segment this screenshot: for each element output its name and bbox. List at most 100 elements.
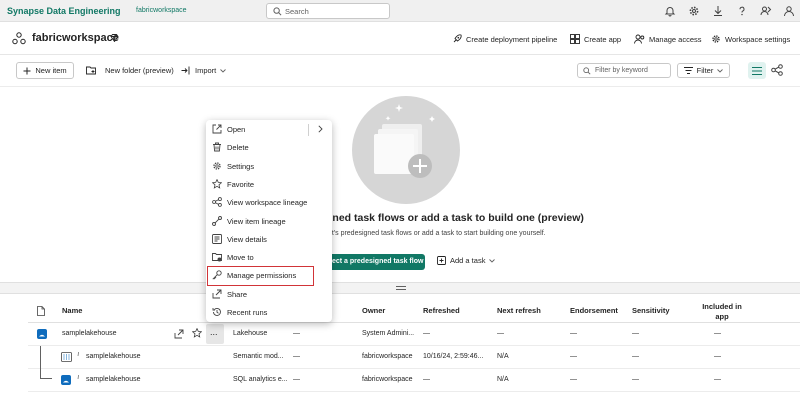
column-header-name[interactable]: Name — [62, 306, 82, 315]
add-square-icon — [437, 256, 446, 265]
menu-item-open[interactable]: Open — [206, 120, 332, 138]
open-external-icon — [212, 124, 222, 134]
menu-item-label: Settings — [227, 161, 255, 171]
rocket-icon — [453, 34, 462, 43]
menu-item-move-to[interactable]: Move to — [206, 248, 332, 266]
gear-icon — [712, 35, 720, 43]
app-title[interactable]: Synapse Data Engineering — [7, 6, 121, 16]
item-endorsement: — — [570, 353, 577, 360]
item-name[interactable]: samplelakehouse — [86, 376, 140, 383]
menu-item-label: View workspace lineage — [227, 198, 308, 208]
new-item-button[interactable]: New item — [16, 62, 74, 79]
item-sensitivity: — — [632, 330, 639, 337]
share-icon[interactable] — [174, 329, 184, 339]
item-owner: fabricworkspace — [362, 353, 413, 360]
search-placeholder: Search — [285, 7, 309, 16]
highlight-annotation — [207, 266, 314, 286]
star-icon — [212, 178, 222, 189]
list-view-button[interactable] — [748, 62, 766, 79]
child-item-marker-icon — [77, 375, 79, 379]
folder-add-icon — [86, 66, 96, 75]
create-app-button[interactable]: Create app — [570, 34, 621, 44]
item-refreshed: 10/16/24, 2:59:46... — [423, 353, 484, 360]
workspace-name: fabricworkspace — [32, 32, 119, 44]
toolbar: New item New folder (preview) Import Fil… — [0, 55, 800, 87]
menu-item-label: Recent runs — [227, 308, 268, 317]
create-app-label: Create app — [584, 34, 622, 44]
workspace-settings-label: Workspace settings — [725, 34, 791, 44]
task-flow-illustration — [352, 96, 460, 204]
search-box[interactable]: Search — [266, 3, 390, 19]
folder-move-icon — [212, 253, 222, 262]
add-a-task-label: Add a task — [450, 256, 486, 265]
gear-icon[interactable] — [688, 5, 700, 17]
more-options-button[interactable]: ... — [206, 324, 224, 344]
empty-state-title: gned task flows or add a task to build o… — [326, 212, 584, 224]
help-icon[interactable] — [736, 5, 748, 17]
menu-item-label: View item lineage — [227, 216, 286, 226]
table-row[interactable]: samplelakehouse Semantic mod... — fabric… — [28, 346, 800, 369]
chevron-down-icon — [220, 68, 227, 73]
item-type: Semantic mod... — [233, 353, 284, 360]
item-owner: System Admini... — [362, 330, 415, 337]
lineage-view-icon[interactable] — [771, 64, 783, 76]
item-included-in-app: — — [714, 330, 721, 337]
favorite-star-icon[interactable] — [192, 328, 202, 338]
add-a-task-button[interactable]: Add a task — [437, 256, 496, 265]
item-next-refresh: N/A — [497, 353, 509, 360]
menu-item-label: View details — [227, 234, 267, 244]
item-included-in-app: — — [714, 376, 721, 383]
tree-connector — [40, 378, 52, 379]
lineage-icon — [212, 197, 222, 208]
table-row[interactable]: samplelakehouse ... Lakehouse — System A… — [28, 323, 800, 346]
filter-by-keyword-input[interactable]: Filter by keyword — [577, 63, 671, 78]
column-header-included-in-app[interactable]: Included in app — [700, 302, 744, 322]
menu-item-label: Open — [227, 125, 246, 134]
menu-item-favorite[interactable]: Favorite — [206, 175, 332, 193]
menu-item-settings[interactable]: Settings — [206, 157, 332, 175]
menu-item-recent-runs[interactable]: Recent runs — [206, 303, 332, 321]
workspace-settings-button[interactable]: Workspace settings — [711, 34, 790, 44]
history-icon — [212, 308, 221, 316]
people-icon — [634, 34, 645, 44]
workspace-breadcrumb[interactable]: fabricworkspace — [136, 7, 187, 14]
create-deployment-pipeline-button[interactable]: Create deployment pipeline — [452, 34, 557, 44]
menu-item-label: Favorite — [227, 179, 255, 189]
menu-item-view-item-lineage[interactable]: View item lineage — [206, 212, 332, 230]
column-header-endorsement[interactable]: Endorsement — [570, 306, 618, 315]
menu-item-share[interactable]: Share — [206, 285, 332, 303]
select-predesigned-task-flow-button[interactable]: ect a predesigned task flow — [326, 254, 425, 270]
chevron-right-icon[interactable] — [318, 125, 323, 133]
manage-access-button[interactable]: Manage access — [634, 34, 702, 44]
new-folder-label: New folder (preview) — [105, 66, 174, 75]
menu-item-delete[interactable]: Delete — [206, 138, 332, 156]
table-row[interactable]: samplelakehouse SQL analytics e... — fab… — [28, 369, 800, 392]
download-icon[interactable] — [712, 5, 724, 17]
column-header-refreshed[interactable]: Refreshed — [423, 306, 460, 315]
menu-item-view-workspace-lineage[interactable]: View workspace lineage — [206, 193, 332, 211]
file-type-icon — [37, 306, 45, 316]
item-sensitivity: — — [632, 376, 639, 383]
import-button[interactable]: Import — [181, 66, 227, 75]
item-included-in-app: — — [714, 353, 721, 360]
column-header-next-refresh[interactable]: Next refresh — [497, 306, 541, 315]
bell-icon[interactable] — [664, 5, 676, 17]
share-people-icon[interactable] — [760, 5, 772, 17]
item-endorsement: — — [570, 376, 577, 383]
item-name[interactable]: samplelakehouse — [62, 330, 116, 337]
item-next-refresh: — — [497, 330, 504, 337]
column-header-sensitivity[interactable]: Sensitivity — [632, 306, 670, 315]
workspace-icon — [12, 32, 26, 45]
filter-button[interactable]: Filter — [677, 63, 730, 78]
item-sensitivity: — — [632, 353, 639, 360]
pane-splitter[interactable] — [0, 282, 800, 294]
item-type: SQL analytics e... — [233, 376, 288, 383]
account-icon[interactable] — [783, 5, 795, 17]
new-folder-button[interactable]: New folder (preview) — [86, 66, 174, 75]
splitter-grip-icon[interactable] — [396, 286, 406, 287]
item-task: — — [293, 353, 300, 360]
column-header-owner[interactable]: Owner — [362, 306, 385, 315]
item-name[interactable]: samplelakehouse — [86, 353, 140, 360]
chevron-down-icon — [489, 258, 496, 263]
menu-item-view-details[interactable]: View details — [206, 230, 332, 248]
